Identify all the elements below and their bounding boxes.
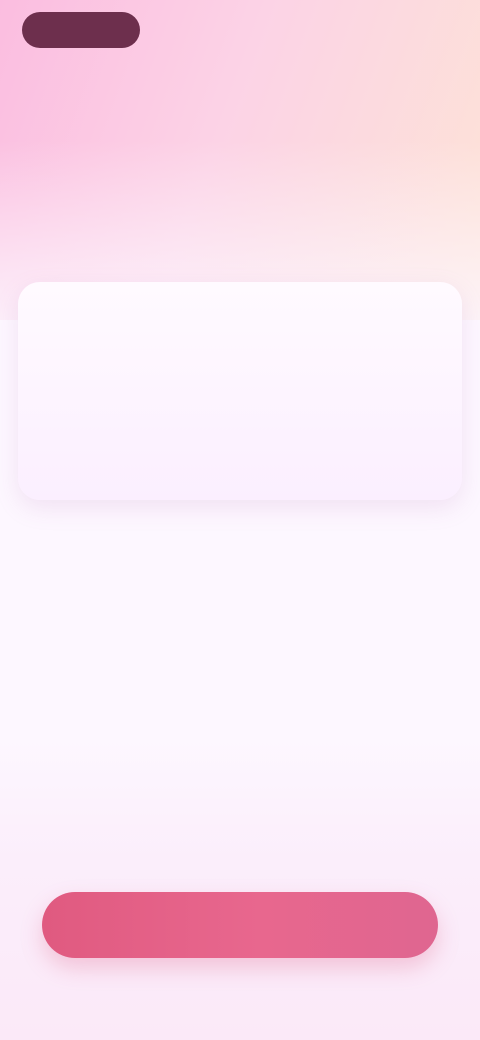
app-logo[interactable] [22, 12, 140, 48]
top-bar [22, 12, 458, 52]
info-card [18, 282, 462, 500]
primary-cta-button[interactable] [42, 892, 438, 958]
bottom-panel [0, 740, 480, 1040]
